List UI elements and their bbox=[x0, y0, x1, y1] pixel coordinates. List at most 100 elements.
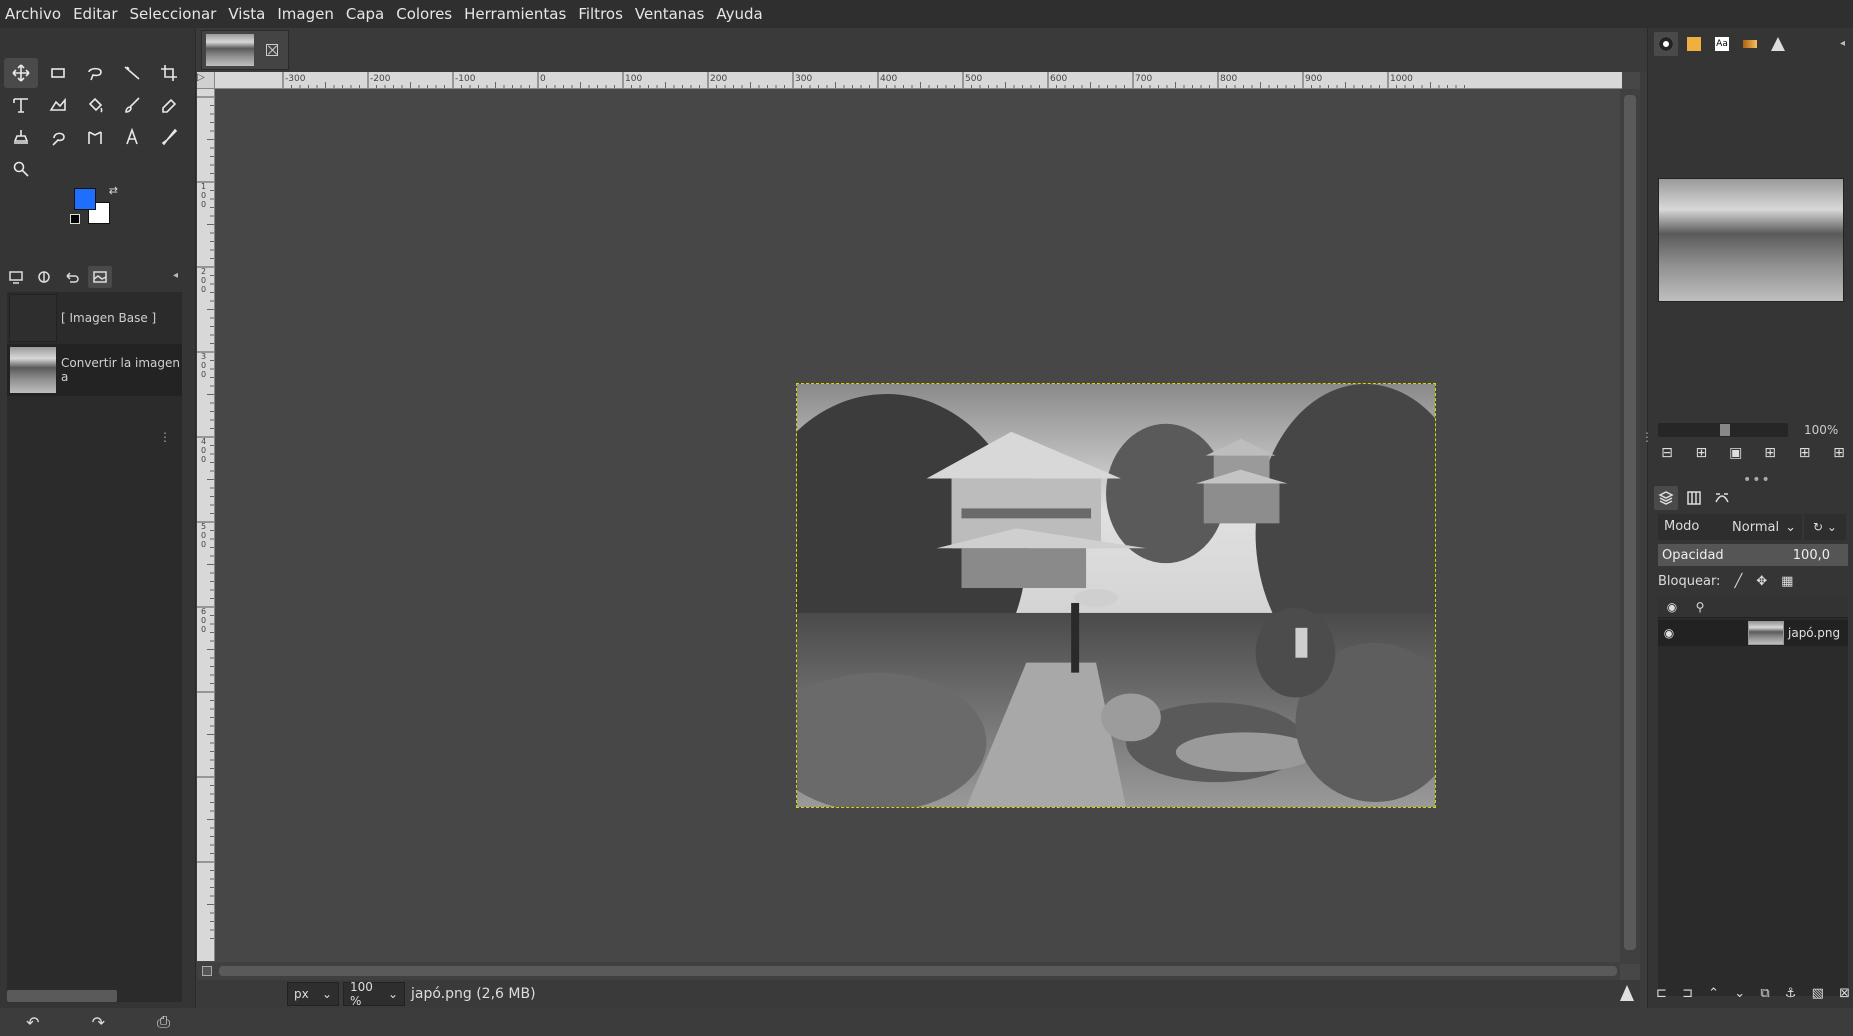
zoom-value: 100 % bbox=[350, 980, 373, 1008]
ruler-corner[interactable]: ▷ bbox=[197, 72, 215, 89]
undo-item-label: [ Imagen Base ] bbox=[61, 311, 157, 325]
zoom-tool-icon[interactable] bbox=[4, 154, 38, 184]
menu-vista[interactable]: Vista bbox=[222, 5, 271, 23]
unified-transform-tool-icon[interactable] bbox=[4, 90, 38, 120]
clone-tool-icon[interactable] bbox=[4, 122, 38, 152]
menu-archivo[interactable]: Archivo bbox=[0, 5, 67, 23]
menu-colores[interactable]: Colores bbox=[390, 5, 458, 23]
navigate-icon[interactable] bbox=[1620, 985, 1634, 1001]
mode-reset-button[interactable]: ↻ ⌄ bbox=[1804, 514, 1846, 540]
close-image-icon[interactable] bbox=[266, 44, 278, 56]
image-tab[interactable] bbox=[201, 30, 289, 70]
zoom-in-icon[interactable]: ⊞ bbox=[1692, 444, 1710, 462]
warp-transform-tool-icon[interactable] bbox=[41, 90, 75, 120]
opacity-slider[interactable]: Opacidad 100,0 bbox=[1658, 544, 1848, 566]
image-canvas[interactable] bbox=[747, 383, 1475, 812]
undo-icon[interactable]: ↶ bbox=[26, 1013, 39, 1032]
mask-layer-icon[interactable]: ▧ bbox=[1812, 986, 1824, 1001]
fill-window-icon[interactable]: ⊞ bbox=[1796, 444, 1814, 462]
paths-tab-icon[interactable] bbox=[1710, 486, 1734, 510]
undo-history-tab-icon[interactable] bbox=[60, 266, 84, 288]
raise-layer-icon[interactable]: ⌃ bbox=[1708, 986, 1719, 1001]
clear-history-icon[interactable]: ⎙ bbox=[157, 1012, 170, 1032]
navigation-tab-icon[interactable] bbox=[1766, 32, 1790, 56]
bucket-fill-tool-icon[interactable] bbox=[78, 90, 112, 120]
patterns-tab-icon[interactable] bbox=[1682, 32, 1706, 56]
new-layer-icon[interactable]: ⊐ bbox=[1682, 986, 1693, 1001]
lock-pixels-icon[interactable]: ╱ bbox=[1734, 574, 1742, 589]
ruler-label: 0 bbox=[201, 285, 206, 294]
duplicate-layer-icon[interactable]: ⧉ bbox=[1760, 986, 1769, 1001]
navigator-zoom-slider[interactable] bbox=[1658, 423, 1788, 437]
menu-filtros[interactable]: Filtros bbox=[572, 5, 629, 23]
eraser-tool-icon[interactable] bbox=[152, 90, 186, 120]
layer-mode-select[interactable]: Normal ⌄ bbox=[1718, 514, 1802, 540]
fonts-tab-icon[interactable]: Aa bbox=[1710, 32, 1734, 56]
vertical-ruler[interactable]: 100200300400500600 bbox=[197, 89, 215, 961]
lock-alpha-icon[interactable]: ▦ bbox=[1781, 574, 1793, 589]
chain-column-icon[interactable]: ⚲ bbox=[1686, 600, 1714, 614]
dock-menu-icon[interactable]: ◂ bbox=[1840, 38, 1845, 49]
visibility-eye-icon[interactable]: ◉ bbox=[1658, 626, 1680, 640]
gradients-tab-icon[interactable] bbox=[1738, 32, 1762, 56]
unit-value: px bbox=[294, 987, 309, 1001]
zoom-selector[interactable]: 100 % ⌄ bbox=[343, 980, 405, 1008]
lower-layer-icon[interactable]: ⌄ bbox=[1734, 986, 1745, 1001]
ruler-label: 800 bbox=[1220, 74, 1237, 84]
vertical-ruler-ticks: 100200300400500600 bbox=[197, 96, 214, 939]
cage-transform-tool-icon[interactable] bbox=[78, 122, 112, 152]
left-dock-resize-grip[interactable]: ⋮ bbox=[159, 430, 171, 444]
undo-item[interactable]: Convertir la imagen a bbox=[7, 344, 182, 396]
dock-menu-icon[interactable]: ◂ bbox=[173, 270, 178, 281]
right-dock-resize-grip[interactable]: ⋮ bbox=[1641, 430, 1653, 444]
lock-position-icon[interactable]: ✥ bbox=[1756, 574, 1767, 589]
menu-herramientas[interactable]: Herramientas bbox=[458, 5, 572, 23]
brushes-tab-icon[interactable] bbox=[1654, 32, 1678, 56]
delete-layer-icon[interactable]: ⊠ bbox=[1839, 986, 1850, 1001]
foreground-color-swatch[interactable] bbox=[74, 188, 96, 210]
channels-tab-icon[interactable] bbox=[1682, 486, 1706, 510]
unit-selector[interactable]: px ⌄ bbox=[287, 982, 339, 1006]
free-select-tool-icon[interactable] bbox=[78, 58, 112, 88]
device-status-tab-icon[interactable] bbox=[4, 266, 28, 288]
redo-icon[interactable]: ↷ bbox=[92, 1013, 105, 1032]
ruler-label: 0 bbox=[201, 370, 206, 379]
undo-horizontal-scrollbar[interactable] bbox=[7, 990, 182, 1002]
layer-row[interactable]: ◉ japó.png bbox=[1658, 620, 1848, 646]
horizontal-scrollbar[interactable] bbox=[217, 962, 1620, 980]
anchor-layer-icon[interactable]: ⚓ bbox=[1785, 986, 1797, 1001]
panel-resize-grip[interactable]: ••• bbox=[1743, 472, 1771, 488]
text-tool-icon[interactable] bbox=[115, 122, 149, 152]
shrink-wrap-icon[interactable]: ⊞ bbox=[1830, 444, 1848, 462]
tool-options-tab-icon[interactable] bbox=[32, 266, 56, 288]
zoom-1-1-icon[interactable]: ▣ bbox=[1727, 444, 1745, 462]
horizontal-ruler[interactable]: -300 -200 -100 0 100 200 300 400 500 600 700 800 900… bbox=[215, 72, 1622, 89]
ruler-label: -200 bbox=[370, 74, 391, 84]
menu-capa[interactable]: Capa bbox=[340, 5, 390, 23]
move-tool-icon[interactable] bbox=[4, 58, 38, 88]
zoom-out-icon[interactable]: ⊟ bbox=[1658, 444, 1676, 462]
undo-item[interactable]: [ Imagen Base ] bbox=[7, 292, 182, 344]
menu-editar[interactable]: Editar bbox=[67, 5, 123, 23]
color-picker-tool-icon[interactable] bbox=[152, 122, 186, 152]
paintbrush-tool-icon[interactable] bbox=[115, 90, 149, 120]
fit-image-icon[interactable]: ⊞ bbox=[1761, 444, 1779, 462]
fuzzy-select-tool-icon[interactable] bbox=[115, 58, 149, 88]
menu-ventanas[interactable]: Ventanas bbox=[629, 5, 710, 23]
layer-name[interactable]: japó.png bbox=[1788, 626, 1840, 640]
visibility-column-icon[interactable]: ◉ bbox=[1658, 600, 1686, 614]
quick-mask-toggle[interactable] bbox=[197, 962, 217, 980]
default-colors-icon[interactable] bbox=[70, 214, 80, 224]
vertical-scrollbar[interactable] bbox=[1620, 89, 1640, 964]
menu-seleccionar[interactable]: Seleccionar bbox=[124, 5, 223, 23]
menu-ayuda[interactable]: Ayuda bbox=[710, 5, 768, 23]
rect-select-tool-icon[interactable] bbox=[41, 58, 75, 88]
crop-tool-icon[interactable] bbox=[152, 58, 186, 88]
menu-imagen[interactable]: Imagen bbox=[271, 5, 339, 23]
navigator-preview[interactable] bbox=[1658, 178, 1844, 302]
new-layer-group-icon[interactable]: ⊏ bbox=[1656, 986, 1667, 1001]
smudge-tool-icon[interactable] bbox=[41, 122, 75, 152]
layers-tab-icon[interactable] bbox=[1654, 486, 1678, 510]
swap-colors-icon[interactable]: ⇄ bbox=[109, 184, 118, 197]
images-tab-icon[interactable] bbox=[88, 266, 112, 288]
